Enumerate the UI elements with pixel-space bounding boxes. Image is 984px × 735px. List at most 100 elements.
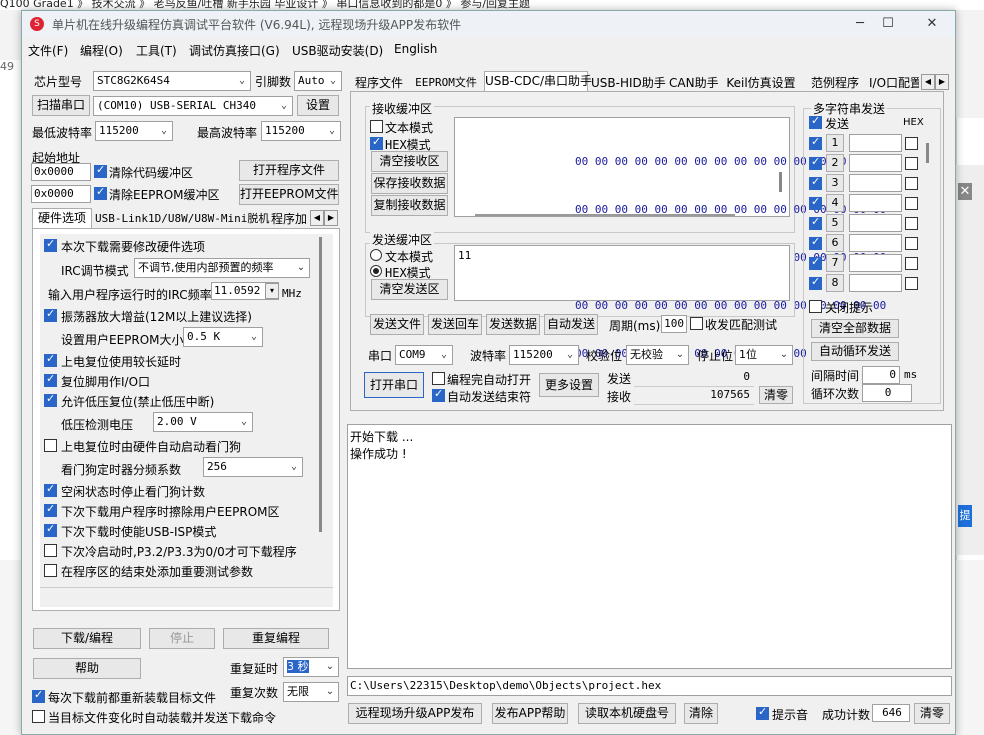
background-blue-button[interactable]: 提 [958, 505, 972, 527]
maximize-button[interactable]: ☐ [868, 13, 908, 35]
min-baud-select[interactable]: 115200 ⌄ [95, 121, 173, 141]
multi-row-hex-checkbox[interactable] [905, 217, 918, 230]
stopbits-select[interactable]: 1位 ⌄ [735, 345, 793, 365]
multi-row-input[interactable] [849, 154, 902, 172]
stop-button[interactable]: 停止 [149, 628, 215, 649]
eeprom-addr-input[interactable]: 0x0000 [31, 185, 91, 203]
send-data-button[interactable]: 发送数据 [486, 314, 540, 335]
tab-scroll-right-icon[interactable]: ▶ [935, 74, 949, 90]
receive-textarea[interactable]: 00 00 00 00 00 00 00 00 00 00 00 00 00 0… [454, 117, 886, 360]
read-disk-button[interactable]: 读取本机硬盘号 [578, 703, 676, 724]
settings-button[interactable]: 设置 [297, 95, 339, 116]
irc-freq-spinner[interactable]: ▾ [265, 283, 279, 299]
scan-port-button[interactable]: 扫描串口 [32, 95, 90, 116]
multi-row-send-checkbox[interactable] [809, 235, 822, 250]
idle-stop-wdt-checkbox[interactable] [44, 482, 57, 497]
multi-row-hex-checkbox[interactable] [905, 177, 918, 190]
irc-mode-select[interactable]: 不调节,使用内部预置的频率 ⌄ [134, 258, 310, 278]
tab-usb-link[interactable]: USB-Link1D/U8W/U8W-Mini脱机 [94, 209, 269, 229]
log-output[interactable]: 开始下载 ... 操作成功 ! [347, 424, 952, 669]
period-input[interactable]: 100 [661, 315, 687, 333]
recv-hex-mode-checkbox[interactable] [370, 135, 383, 150]
clear-all-data-button[interactable]: 清空全部数据 [811, 319, 899, 338]
menu-english[interactable]: English [394, 42, 437, 56]
open-eeprom-button[interactable]: 打开EEPROM文件 [239, 184, 339, 205]
multi-row-send-button[interactable]: 3 [826, 174, 844, 192]
multi-row-send-checkbox[interactable] [809, 155, 822, 170]
close-tip-checkbox[interactable] [809, 300, 822, 313]
remote-upgrade-button[interactable]: 远程现场升级APP发布 [348, 703, 482, 724]
clear-log-button[interactable]: 清除 [684, 703, 718, 724]
lvd-select[interactable]: 2.00 V ⌄ [153, 412, 253, 432]
wdt-select[interactable]: 256 ⌄ [203, 457, 303, 477]
recv-text-mode-checkbox[interactable] [370, 120, 383, 133]
osc-gain-checkbox[interactable] [44, 307, 57, 322]
max-baud-select[interactable]: 115200 ⌄ [261, 121, 341, 141]
app-help-button[interactable]: 发布APP帮助 [492, 703, 568, 724]
tab-hardware-options[interactable]: 硬件选项 [32, 208, 92, 228]
multi-row-hex-checkbox[interactable] [905, 137, 918, 150]
multi-row-send-button[interactable]: 8 [826, 274, 844, 292]
repeat-delay-select[interactable]: 3 秒 ⌄ [283, 657, 339, 677]
auto-open-checkbox[interactable] [432, 372, 445, 385]
options-scrollbar[interactable] [319, 237, 322, 532]
eeprom-size-select[interactable]: 0.5 K ⌄ [183, 327, 263, 347]
multi-row-hex-checkbox[interactable] [905, 277, 918, 290]
multi-row-hex-checkbox[interactable] [905, 237, 918, 250]
multi-send-scrollbar[interactable] [926, 143, 929, 163]
menu-file[interactable]: 文件(F) [28, 42, 68, 59]
copy-receive-button[interactable]: 复制接收数据 [371, 195, 448, 216]
multi-row-send-button[interactable]: 1 [826, 134, 844, 152]
multi-row-hex-checkbox[interactable] [905, 157, 918, 170]
auto-send-end-checkbox[interactable] [432, 387, 445, 402]
multi-row-send-checkbox[interactable] [809, 215, 822, 230]
clear-send-button[interactable]: 清空发送区 [371, 279, 448, 300]
save-receive-button[interactable]: 保存接收数据 [371, 173, 448, 194]
parity-select[interactable]: 无校验 ⌄ [626, 345, 689, 365]
serial-port-select[interactable]: COM9 ⌄ [395, 345, 453, 365]
menu-program[interactable]: 编程(O) [80, 42, 123, 59]
tab-program-add[interactable]: 程序加 [268, 209, 310, 229]
reload-target-checkbox[interactable] [32, 688, 45, 703]
clear-receive-button[interactable]: 清空接收区 [371, 151, 448, 172]
multi-send-all-checkbox[interactable] [809, 114, 822, 129]
interval-input[interactable]: 0 [862, 366, 900, 384]
success-clear-button[interactable]: 清零 [914, 703, 950, 724]
multi-row-hex-checkbox[interactable] [905, 197, 918, 210]
multi-row-send-button[interactable]: 7 [826, 254, 844, 272]
open-port-button[interactable]: 打开串口 [364, 372, 424, 398]
auto-load-send-checkbox[interactable] [32, 710, 45, 723]
multi-row-input[interactable] [849, 274, 902, 292]
send-return-button[interactable]: 发送回车 [428, 314, 482, 335]
tab-scroll-left-icon[interactable]: ◀ [310, 210, 324, 226]
send-textarea[interactable]: 11 [454, 245, 790, 301]
long-reset-checkbox[interactable] [44, 352, 57, 367]
multi-row-send-checkbox[interactable] [809, 275, 822, 290]
clear-code-checkbox[interactable] [94, 163, 107, 178]
repeat-count-select[interactable]: 无限 ⌄ [283, 682, 339, 702]
help-button[interactable]: 帮助 [33, 658, 141, 679]
tab-usb-hid[interactable]: USB-HID助手 [590, 73, 666, 93]
send-text-mode-radio[interactable] [370, 249, 382, 261]
multi-row-send-checkbox[interactable] [809, 255, 822, 270]
send-hex-mode-radio[interactable] [370, 265, 382, 277]
tab-usb-cdc[interactable]: USB-CDC/串口助手 [484, 71, 592, 91]
tab-program-file[interactable]: 程序文件 [352, 73, 406, 93]
multi-row-input[interactable] [849, 234, 902, 252]
chip-select[interactable]: STC8G2K64S4 ⌄ [93, 71, 251, 91]
menu-debug[interactable]: 调试仿真接口(G) [189, 42, 280, 59]
pin-select[interactable]: Auto ⌄ [294, 71, 342, 91]
hw-watchdog-checkbox[interactable] [44, 439, 57, 452]
tab-io-config[interactable]: I/O口配置 [868, 73, 920, 93]
multi-row-input[interactable] [849, 254, 902, 272]
multi-row-input[interactable] [849, 174, 902, 192]
multi-row-send-button[interactable]: 2 [826, 154, 844, 172]
code-addr-input[interactable]: 0x0000 [31, 163, 91, 181]
tab-eeprom-file[interactable]: EEPROM文件 [410, 73, 482, 93]
open-program-button[interactable]: 打开程序文件 [239, 160, 339, 181]
auto-loop-send-button[interactable]: 自动循环发送 [811, 342, 899, 361]
close-icon[interactable]: ✕ [958, 183, 972, 200]
receive-vscrollbar[interactable] [779, 172, 782, 192]
baud-select[interactable]: 115200 ⌄ [509, 345, 579, 365]
multi-row-send-button[interactable]: 6 [826, 234, 844, 252]
